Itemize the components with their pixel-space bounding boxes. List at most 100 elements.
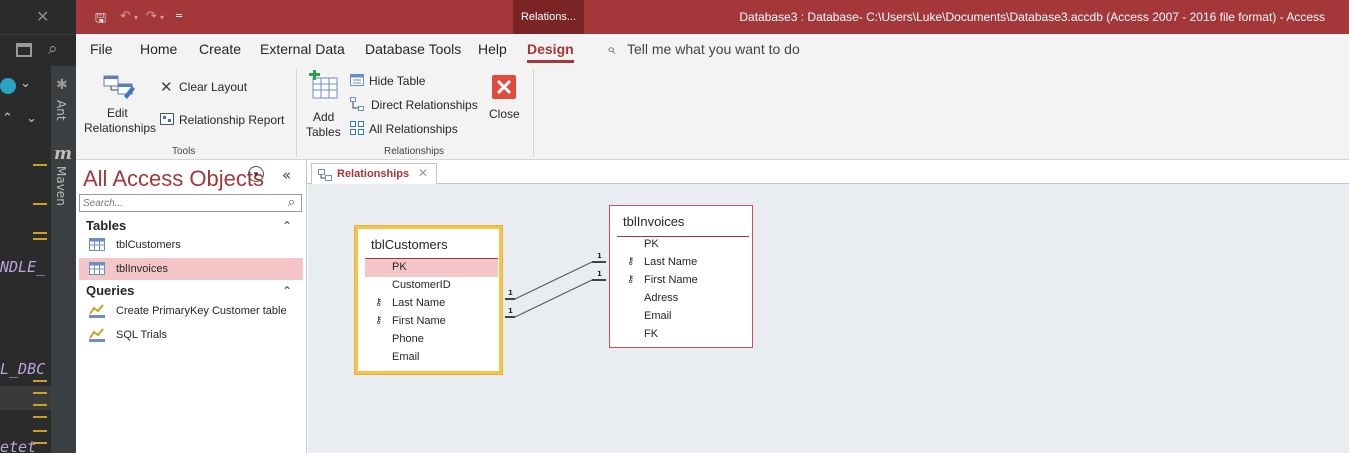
cardinality-label: 1 [508, 289, 513, 297]
field-fk[interactable]: FK [610, 326, 754, 344]
field-name: Adress [644, 292, 679, 304]
tab-home[interactable]: Home [140, 41, 177, 57]
customize-toolbar-icon[interactable]: ═ [176, 11, 182, 22]
clear-layout-button[interactable]: ✕ Clear Layout [160, 78, 260, 98]
field-name: FK [644, 328, 659, 340]
relationships-canvas[interactable]: 1 1 1 1 tblCustomers PK CustomerID ⚷ Last… [308, 184, 1349, 453]
collapse-group-icon[interactable]: ⌃ [282, 219, 292, 233]
edit-relationships-button[interactable]: Edit Relationships [82, 70, 156, 140]
collapse-group-icon[interactable]: ⌃ [282, 284, 292, 298]
ant-tool-label[interactable]: Ant [54, 100, 68, 121]
nav-item-query[interactable]: Create PrimaryKey Customer table [79, 300, 303, 322]
tab-help[interactable]: Help [478, 41, 507, 57]
relationship-report-button[interactable]: Relationship Report [160, 111, 290, 131]
edit-relationships-icon [103, 75, 135, 99]
field-phone[interactable]: Phone [358, 331, 505, 349]
undo-icon[interactable]: ↶ [120, 9, 131, 24]
all-relationships-label: All Relationships [369, 122, 458, 136]
search-icon[interactable]: ⌕ [48, 39, 58, 59]
nav-item-query[interactable]: SQL Trials [79, 324, 303, 346]
ant-icon[interactable]: ✱ [56, 76, 68, 93]
all-relationships-button[interactable]: All Relationships [350, 120, 480, 138]
field-last-name[interactable]: ⚷ Last Name [610, 254, 754, 272]
tell-me-search[interactable]: Tell me what you want to do [627, 41, 800, 57]
field-name: First Name [392, 315, 446, 327]
field-adress[interactable]: Adress [610, 290, 754, 308]
add-tables-label-line2: Tables [306, 125, 341, 139]
table-icon [89, 262, 105, 275]
tab-file[interactable]: File [90, 41, 113, 57]
tab-create[interactable]: Create [199, 41, 241, 57]
field-name: Email [392, 351, 420, 363]
run-config-icon[interactable] [0, 78, 16, 94]
field-name: Phone [392, 333, 424, 345]
code-marker [33, 430, 47, 432]
tab-external-data[interactable]: External Data [260, 41, 345, 57]
code-fragment: L_DBC [0, 360, 46, 378]
save-icon[interactable]: 🖫 [95, 9, 106, 31]
clear-layout-label: Clear Layout [179, 80, 248, 94]
chevron-down-icon[interactable]: ⌄ [26, 110, 37, 126]
close-label: Close [489, 107, 520, 121]
field-first-name[interactable]: ⚷ First Name [610, 272, 754, 290]
field-pk[interactable]: PK [610, 236, 754, 254]
context-tab-relations[interactable]: Relations... [513, 0, 584, 34]
relationships-group-label: Relationships [384, 146, 445, 157]
code-marker [33, 404, 47, 406]
close-tab-icon[interactable]: ✕ [418, 166, 428, 180]
chevron-down-icon[interactable]: ⌄ [20, 75, 31, 91]
nav-search-input[interactable] [79, 194, 302, 212]
join-line[interactable] [514, 261, 593, 300]
direct-relationships-icon [350, 97, 364, 111]
lightbulb-search-icon[interactable]: ⌕ [607, 40, 615, 58]
table-box-tblinvoices[interactable]: tblInvoices PK ⚷ Last Name ⚷ First Name Ad… [609, 205, 753, 348]
field-pk[interactable]: PK [358, 259, 505, 277]
nav-pane-title[interactable]: All Access Objects [83, 166, 264, 192]
hide-table-icon [350, 74, 364, 86]
field-email[interactable]: Email [358, 349, 505, 367]
field-last-name[interactable]: ⚷ Last Name [358, 295, 505, 313]
field-name: PK [644, 238, 659, 250]
nav-group-tables[interactable]: Tables [86, 218, 126, 233]
nav-item-tblinvoices[interactable]: tblInvoices [79, 258, 303, 280]
nav-item-tblcustomers[interactable]: tblCustomers [79, 234, 303, 256]
ribbon-tabs: File Home Create External Data Database … [76, 34, 1349, 64]
field-first-name[interactable]: ⚷ First Name [358, 313, 505, 331]
direct-relationships-button[interactable]: Direct Relationships [350, 96, 500, 114]
chevron-up-icon[interactable]: ⌃ [2, 110, 13, 126]
maven-tool-label[interactable]: Maven [54, 166, 68, 206]
nav-group-queries[interactable]: Queries [86, 283, 134, 298]
add-tables-label-line1: Add [313, 110, 335, 124]
tab-relationships[interactable]: Relationships ✕ [311, 163, 437, 185]
relationship-report-label: Relationship Report [179, 113, 285, 127]
hide-table-button[interactable]: Hide Table [350, 72, 470, 90]
table-box-tblcustomers[interactable]: tblCustomers PK CustomerID ⚷ Last Name ⚷ F… [355, 226, 502, 374]
key-icon: ⚷ [627, 256, 635, 267]
search-icon[interactable]: ⌕ [282, 195, 301, 211]
add-tables-button[interactable]: Add Tables [304, 70, 344, 140]
tab-design[interactable]: Design [527, 41, 574, 63]
navigation-pane: All Access Objects ▾ « ⌕ Tables ⌃ tblCus… [76, 160, 307, 453]
code-marker [33, 238, 47, 240]
cardinality-label: 1 [597, 270, 602, 278]
tab-database-tools[interactable]: Database Tools [365, 41, 461, 57]
close-icon[interactable]: ✕ [36, 7, 49, 26]
field-customerid[interactable]: CustomerID [358, 277, 505, 295]
field-email[interactable]: Email [610, 308, 754, 326]
collapse-pane-icon[interactable]: « [282, 166, 291, 184]
undo-dropdown-icon[interactable]: ▾ [134, 13, 138, 22]
join-line[interactable] [514, 279, 593, 318]
code-marker [33, 164, 47, 166]
window-icon[interactable] [16, 43, 32, 57]
nav-menu-dropdown-icon[interactable]: ▾ [248, 166, 264, 182]
table-icon [89, 238, 105, 251]
redo-icon[interactable]: ↷ [146, 9, 157, 24]
clear-x-icon: ✕ [160, 78, 173, 96]
field-name: Email [644, 310, 672, 322]
close-relationships-button[interactable]: Close [486, 70, 522, 140]
nav-item-label: Create PrimaryKey Customer table [116, 305, 287, 317]
window-title: Database3 : Database- C:\Users\Luke\Docu… [739, 10, 1325, 24]
cardinality-label: 1 [597, 252, 602, 260]
redo-dropdown-icon[interactable]: ▾ [160, 13, 164, 22]
report-icon [160, 113, 174, 125]
